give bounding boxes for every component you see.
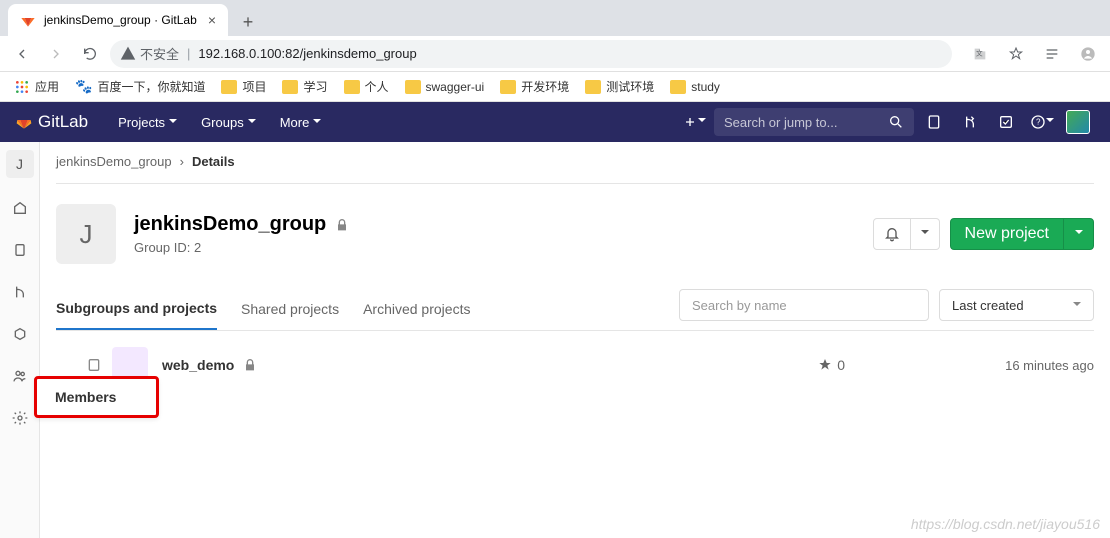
browser-toolbar: 不安全 | 192.168.0.100:82/jenkinsdemo_group… — [0, 36, 1110, 72]
chevron-down-icon — [1046, 113, 1054, 131]
reading-list-icon[interactable] — [1038, 40, 1066, 68]
chevron-down-icon — [1075, 225, 1083, 243]
folder-icon — [585, 80, 601, 94]
bookmark-baidu[interactable]: 🐾百度一下，你就知道 — [69, 74, 211, 99]
apps-button[interactable]: 应用 — [8, 74, 65, 99]
chevron-down-icon — [698, 113, 706, 131]
sidebar-group-avatar[interactable]: J — [6, 150, 34, 178]
star-icon — [817, 357, 833, 373]
new-project-button[interactable]: New project — [950, 218, 1094, 250]
chevron-down-icon — [313, 115, 321, 130]
bookmark-folder[interactable]: 个人 — [338, 74, 395, 99]
folder-icon — [282, 80, 298, 94]
nav-search-input[interactable]: Search or jump to... — [714, 108, 914, 136]
chevron-down-icon — [1073, 298, 1081, 313]
nav-groups[interactable]: Groups — [191, 102, 266, 142]
reload-button[interactable] — [76, 40, 104, 68]
lock-icon — [334, 217, 350, 233]
nav-plus-button[interactable] — [678, 106, 710, 138]
bookmark-folder[interactable]: 学习 — [276, 74, 333, 99]
profile-icon[interactable] — [1074, 40, 1102, 68]
project-row[interactable]: web_demo 0 16 minutes ago — [56, 331, 1094, 399]
svg-text:?: ? — [1036, 118, 1041, 127]
insecure-icon: 不安全 — [120, 44, 179, 63]
project-updated: 16 minutes ago — [1005, 358, 1094, 373]
search-placeholder: Search or jump to... — [724, 115, 888, 130]
project-name[interactable]: web_demo — [162, 357, 258, 373]
folder-icon — [670, 80, 686, 94]
chevron-down-icon — [169, 115, 177, 130]
bookmark-folder[interactable]: 项目 — [215, 74, 272, 99]
tab-title: jenkinsDemo_group · GitLab — [44, 13, 197, 27]
group-id-label: Group ID: 2 — [134, 240, 350, 255]
bookmark-folder[interactable]: 开发环境 — [494, 74, 575, 99]
nav-help-icon[interactable]: ? — [1026, 106, 1058, 138]
nav-issues-icon[interactable] — [918, 106, 950, 138]
chevron-down-icon — [248, 115, 256, 130]
group-header: J jenkinsDemo_group Group ID: 2 New proj… — [56, 204, 1094, 264]
svg-text:文: 文 — [976, 48, 983, 57]
chevron-down-icon — [921, 225, 929, 243]
nav-projects[interactable]: Projects — [108, 102, 187, 142]
url-text: 192.168.0.100:82/jenkinsdemo_group — [198, 46, 416, 61]
folder-icon — [500, 80, 516, 94]
group-title: jenkinsDemo_group — [134, 213, 350, 236]
star-icon[interactable] — [1002, 40, 1030, 68]
translate-icon[interactable]: 文 — [966, 40, 994, 68]
browser-tab-bar: jenkinsDemo_group · GitLab × + — [0, 0, 1110, 36]
gitlab-logo[interactable]: GitLab — [16, 112, 88, 132]
back-button[interactable] — [8, 40, 36, 68]
bookmark-folder[interactable]: swagger-ui — [399, 76, 491, 98]
browser-tab[interactable]: jenkinsDemo_group · GitLab × — [8, 4, 228, 36]
breadcrumb: jenkinsDemo_group › Details — [56, 154, 1094, 169]
tab-archived[interactable]: Archived projects — [363, 289, 470, 329]
sidebar: J — [0, 142, 40, 538]
sidebar-issues-icon[interactable] — [0, 230, 40, 270]
gitlab-favicon — [20, 12, 36, 28]
main-content: jenkinsDemo_group › Details J jenkinsDem… — [40, 142, 1110, 538]
breadcrumb-group[interactable]: jenkinsDemo_group — [56, 154, 172, 169]
tab-shared[interactable]: Shared projects — [241, 289, 339, 329]
address-bar[interactable]: 不安全 | 192.168.0.100:82/jenkinsdemo_group — [110, 40, 952, 68]
bookmarks-bar: 应用 🐾百度一下，你就知道 项目 学习 个人 swagger-ui 开发环境 测… — [0, 72, 1110, 102]
tab-subgroups[interactable]: Subgroups and projects — [56, 288, 217, 330]
group-avatar: J — [56, 204, 116, 264]
sort-dropdown[interactable]: Last created — [939, 289, 1094, 321]
tabs: Subgroups and projects Shared projects A… — [56, 288, 1094, 331]
folder-icon — [221, 80, 237, 94]
folder-icon — [405, 80, 421, 94]
bell-icon — [884, 226, 900, 242]
filter-search-input[interactable]: Search by name — [679, 289, 929, 321]
sidebar-overview-icon[interactable] — [0, 188, 40, 228]
nav-merge-icon[interactable] — [954, 106, 986, 138]
lock-icon — [242, 357, 258, 373]
watermark: https://blog.csdn.net/jiayou516 — [911, 516, 1100, 532]
chevron-right-icon: › — [180, 154, 184, 169]
gitlab-nav: GitLab Projects Groups More Search or ju… — [0, 102, 1110, 142]
sidebar-kubernetes-icon[interactable] — [0, 314, 40, 354]
breadcrumb-page: Details — [192, 154, 235, 169]
search-icon — [888, 114, 904, 130]
bookmark-folder[interactable]: study — [664, 76, 726, 98]
folder-icon — [344, 80, 360, 94]
nav-user-avatar[interactable] — [1062, 106, 1094, 138]
notification-button[interactable] — [873, 218, 940, 250]
bookmark-folder[interactable]: 测试环境 — [579, 74, 660, 99]
new-tab-button[interactable]: + — [234, 8, 262, 36]
nav-more[interactable]: More — [270, 102, 332, 142]
members-tooltip: Members — [34, 376, 159, 418]
nav-todos-icon[interactable] — [990, 106, 1022, 138]
close-icon[interactable]: × — [208, 12, 216, 28]
sidebar-merge-icon[interactable] — [0, 272, 40, 312]
book-icon — [86, 357, 102, 373]
project-stars[interactable]: 0 — [817, 357, 845, 373]
forward-button[interactable] — [42, 40, 70, 68]
